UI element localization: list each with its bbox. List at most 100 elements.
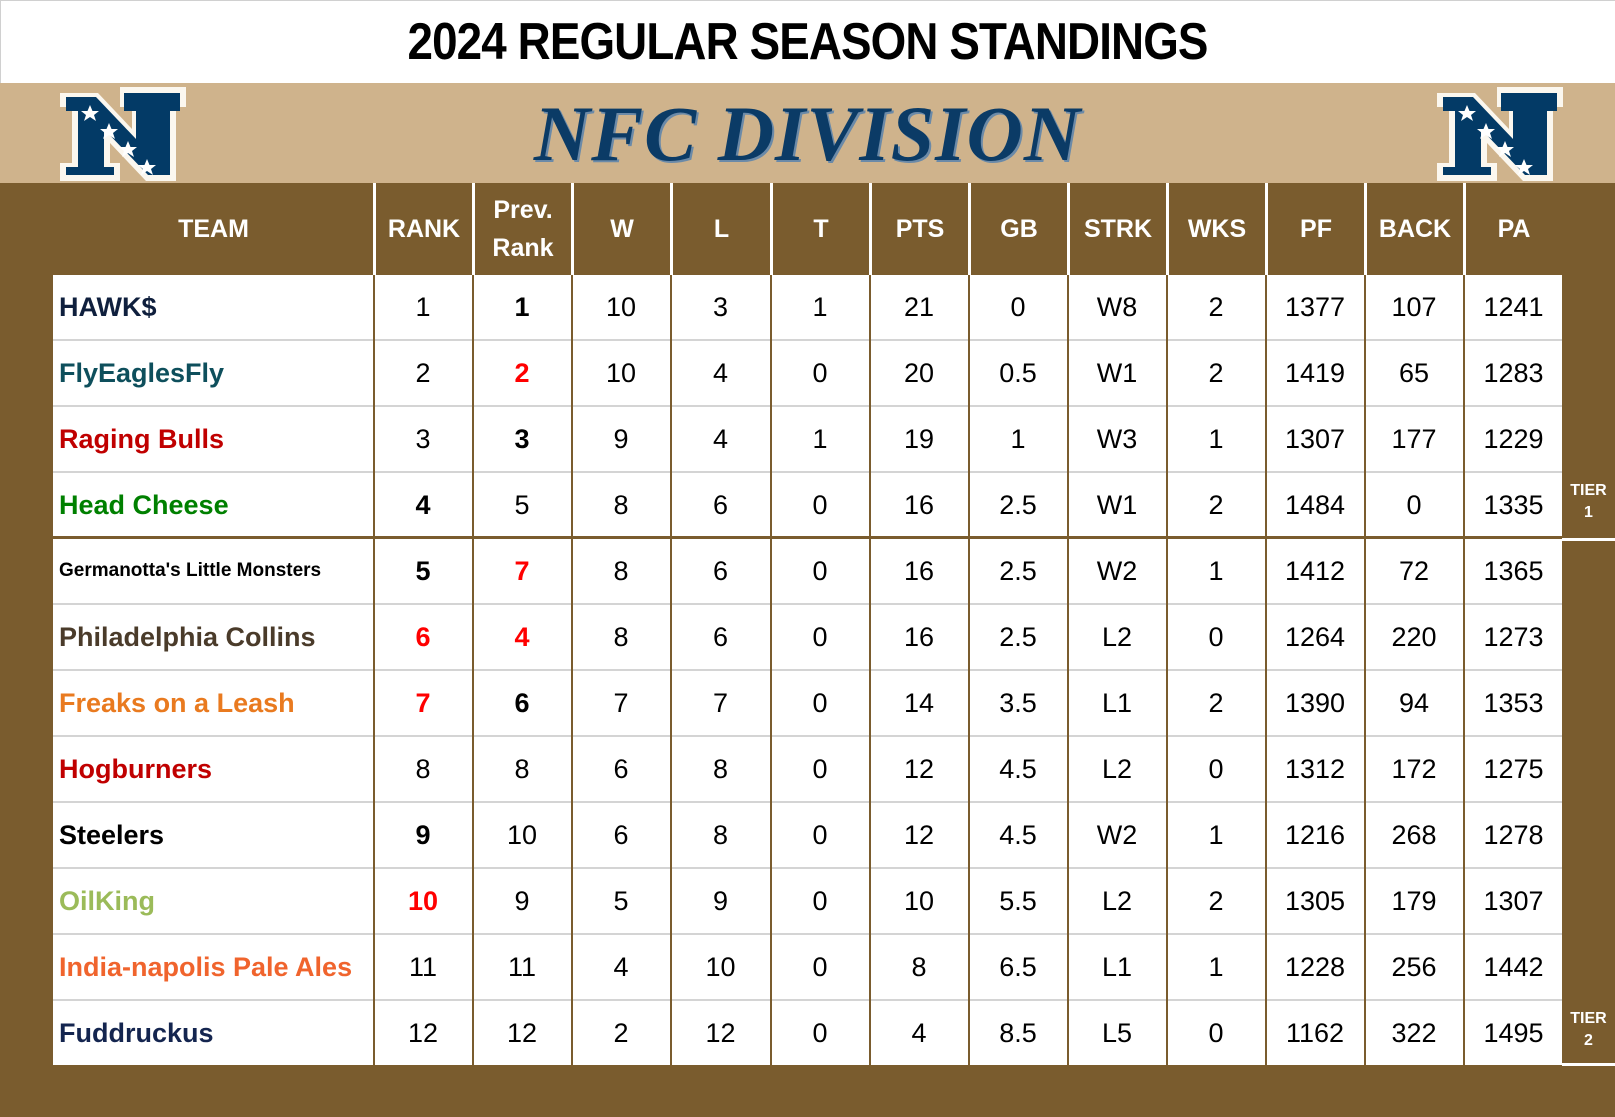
header-t[interactable]: T [773, 183, 869, 275]
header-wks[interactable]: WKS [1169, 183, 1265, 275]
cell-pts: 12 [903, 753, 935, 784]
cell-prev: 11 [507, 951, 537, 982]
table-row[interactable]: Fuddruckus 12 12 2 12 0 4 8.5 L5 0 1162 322 1495 [53, 1001, 1562, 1067]
cell-l: 8 [712, 819, 729, 850]
cell-l: 3 [712, 291, 729, 322]
cell-back: 220 [1391, 621, 1437, 652]
cell-rank: 2 [415, 357, 431, 388]
cell-gb: 8.5 [999, 1017, 1037, 1048]
cell-w: 2 [613, 1017, 629, 1048]
cell-back: 268 [1391, 819, 1437, 850]
cell-wks: 1 [1208, 555, 1224, 586]
header-gb[interactable]: GB [971, 183, 1067, 275]
table-row[interactable]: FlyEaglesFly 2 2 10 4 0 20 0.5 W1 2 1419 65 1283 [53, 341, 1562, 407]
cell-pf: 1305 [1284, 885, 1346, 916]
cell-pts: 19 [903, 423, 935, 454]
cell-pts: 16 [903, 621, 935, 652]
cell-gb: 2.5 [999, 621, 1037, 652]
cell-prev: 5 [514, 489, 530, 520]
table-row[interactable]: Freaks on a Leash 7 6 7 7 0 14 3.5 L1 2 1390 94 1353 [53, 671, 1562, 737]
cell-t: 0 [812, 885, 828, 916]
header-pts[interactable]: PTS [872, 183, 968, 275]
cell-prev: 6 [514, 687, 530, 718]
column-divider [373, 275, 375, 1065]
cell-t: 0 [812, 621, 828, 652]
cell-pf: 1312 [1284, 753, 1346, 784]
cell-gb: 5.5 [999, 885, 1037, 916]
cell-t: 0 [812, 819, 828, 850]
cell-strk: L5 [1101, 1017, 1133, 1048]
page-title: 2024 REGULAR SEASON STANDINGS [407, 13, 1209, 71]
header-prev-rank[interactable]: Prev. Rank [475, 183, 571, 275]
cell-back: 177 [1391, 423, 1437, 454]
team-name: India-napolis Pale Ales [59, 951, 353, 982]
cell-prev: 1 [514, 291, 530, 322]
column-divider [1067, 275, 1069, 1065]
cell-pa: 1241 [1483, 291, 1544, 322]
cell-pf: 1162 [1285, 1017, 1345, 1048]
cell-rank: 11 [408, 951, 438, 982]
header-l[interactable]: L [673, 183, 770, 275]
cell-wks: 0 [1208, 753, 1224, 784]
cell-t: 0 [812, 753, 828, 784]
cell-w: 10 [605, 291, 637, 322]
cell-strk: W8 [1096, 291, 1138, 322]
header-strk[interactable]: STRK [1070, 183, 1166, 275]
table-row[interactable]: Raging Bulls 3 3 9 4 1 19 1 W3 1 1307 177 1229 [53, 407, 1562, 473]
team-name: Raging Bulls [59, 423, 225, 454]
cell-t: 0 [812, 1017, 828, 1048]
header-w[interactable]: W [574, 183, 670, 275]
cell-l: 4 [712, 357, 729, 388]
cell-pts: 12 [903, 819, 935, 850]
cell-strk: W2 [1096, 819, 1138, 850]
cell-strk: L1 [1101, 687, 1133, 718]
cell-wks: 1 [1208, 819, 1224, 850]
cell-pa: 1273 [1483, 621, 1544, 652]
cell-pa: 1278 [1483, 819, 1544, 850]
cell-wks: 0 [1208, 1017, 1224, 1048]
header-prev-line1: Prev. [493, 196, 553, 224]
cell-back: 179 [1391, 885, 1437, 916]
header-back[interactable]: BACK [1367, 183, 1463, 275]
cell-t: 0 [812, 555, 828, 586]
table-row[interactable]: Steelers 9 10 6 8 0 12 4.5 W2 1 1216 268 1278 [53, 803, 1562, 869]
team-name: Steelers [59, 819, 165, 850]
cell-rank: 9 [415, 819, 431, 850]
header-team[interactable]: TEAM [53, 183, 374, 275]
table-row[interactable]: HAWK$ 1 1 10 3 1 21 0 W8 2 1377 107 1241 [53, 275, 1562, 341]
cell-pts: 16 [903, 489, 935, 520]
cell-pf: 1228 [1284, 951, 1346, 982]
cell-pa: 1353 [1483, 687, 1544, 718]
table-row[interactable]: Germanotta's Little Monsters 5 7 8 6 0 16 2.5 W2… [53, 539, 1562, 605]
table-row[interactable]: OilKing 10 9 5 9 0 10 5.5 L2 2 1305 179 1307 [53, 869, 1562, 935]
cell-back: 72 [1398, 555, 1430, 586]
cell-w: 10 [605, 357, 637, 388]
column-divider [1265, 275, 1267, 1065]
cell-gb: 4.5 [999, 753, 1037, 784]
cell-l: 8 [712, 753, 729, 784]
cell-l: 6 [712, 489, 729, 520]
table-row[interactable]: Head Cheese 4 5 8 6 0 16 2.5 W1 2 1484 0 1335 [53, 473, 1562, 539]
cell-pf: 1264 [1284, 621, 1346, 652]
cell-prev: 8 [514, 753, 530, 784]
cell-pa: 1283 [1483, 357, 1544, 388]
table-row[interactable]: Hogburners 8 8 6 8 0 12 4.5 L2 0 1312 172 1275 [53, 737, 1562, 803]
cell-l: 4 [712, 423, 729, 454]
column-divider [472, 275, 474, 1065]
cell-back: 172 [1391, 753, 1437, 784]
cell-pf: 1377 [1284, 291, 1346, 322]
cell-prev: 3 [514, 423, 530, 454]
cell-rank: 3 [415, 423, 431, 454]
table-row[interactable]: Philadelphia Collins 6 4 8 6 0 16 2.5 L2 0 1264 220… [53, 605, 1562, 671]
cell-strk: W1 [1096, 357, 1138, 388]
header-pa[interactable]: PA [1466, 183, 1562, 275]
cell-w: 9 [613, 423, 629, 454]
cell-wks: 0 [1208, 621, 1224, 652]
cell-pts: 8 [911, 951, 927, 982]
table-row[interactable]: India-napolis Pale Ales 11 11 4 10 0 8 6.5 L1 1 12… [53, 935, 1562, 1001]
team-name: OilKing [59, 885, 155, 916]
cell-pa: 1307 [1483, 885, 1544, 916]
header-pf[interactable]: PF [1268, 183, 1364, 275]
header-rank[interactable]: RANK [376, 183, 472, 275]
cell-l: 6 [712, 555, 729, 586]
